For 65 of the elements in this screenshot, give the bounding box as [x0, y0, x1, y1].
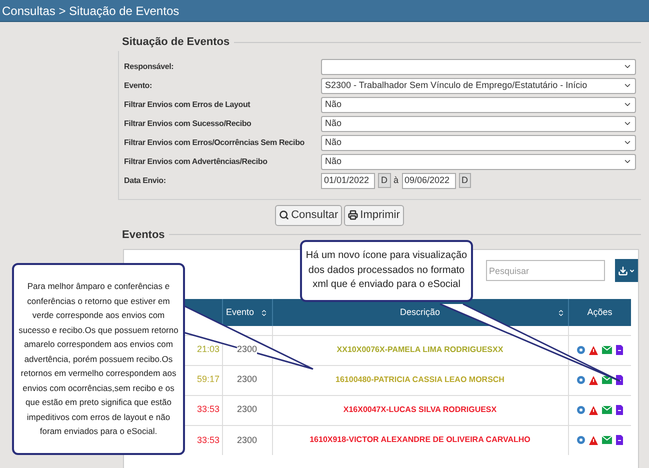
sort-icon — [556, 308, 564, 316]
table-cell: 2300 — [236, 434, 258, 444]
section-title: Situação de Eventos — [121, 35, 230, 50]
caret-icon — [629, 268, 635, 274]
envelope-icon[interactable] — [602, 376, 612, 384]
table-cell: 33:53 — [196, 434, 220, 444]
table-cell: 1610X918-VICTOR ALEXANDRE DE OLIVEIRA CARVALHO — [310, 435, 530, 444]
select-field[interactable]: Não — [321, 134, 636, 150]
file-icon[interactable] — [616, 405, 623, 415]
file-icon[interactable] — [616, 435, 623, 446]
export-button[interactable] — [615, 259, 638, 282]
column-header[interactable]: Evento — [222, 299, 272, 326]
field-label: Responsável: — [124, 60, 175, 72]
date-field[interactable]: 01/01/2022 — [321, 172, 375, 188]
table-cell: 2300 — [236, 374, 258, 384]
breadcrumb: Consultas > Situação de Eventos — [2, 2, 180, 20]
calendar-button[interactable]: D — [458, 173, 472, 188]
download-icon — [618, 266, 628, 276]
print-button[interactable]: Imprimir — [344, 204, 404, 226]
field-label: Filtrar Envios com Advertências/Recibo — [124, 156, 268, 168]
search-icon — [279, 210, 290, 220]
field-label: Filtrar Envios com Sucesso/Recibo — [124, 118, 252, 130]
table-cell: 33:53 — [196, 404, 220, 414]
search-field[interactable]: Pesquisar — [486, 260, 605, 281]
callout-text: Para melhor âmparo e conferências e conferências o retorno que estiver em verde corresponde aos envios com sucesso e recibo.Os que possuem retorno amarelo correspondem aos envios com advertência, porém possuem recibo.Os retornos em vermelho correspondem aos envios com ocorrências,sem recibo e os que estão em preto significa que estão impeditivos com erros de layout e não foram enviados para o eSocial. — [18, 280, 179, 438]
table-cell: 21:03 — [196, 344, 220, 354]
info-circle-icon[interactable] — [576, 376, 585, 384]
table-cell: X16X0047X-LUCAS SILVA RODRIGUESX — [343, 405, 497, 414]
table-cell: XX10X0076X-PAMELA LIMA RODRIGUESXX — [336, 345, 504, 354]
chevron-down-icon — [623, 81, 632, 90]
field-label: Filtrar Envios com Erros de Layout — [124, 98, 252, 110]
info-circle-icon[interactable] — [576, 406, 585, 414]
table-cell: 59:17 — [196, 374, 220, 384]
field-label: Data Envio: — [124, 174, 167, 186]
search-button[interactable]: Consultar — [275, 204, 342, 226]
field-label: Evento: — [124, 80, 153, 92]
callout-text: Há um novo ícone para visualização dos dados processados no formato xml que é enviado para o eSocial — [305, 249, 468, 292]
table-cell: 2300 — [236, 344, 258, 354]
info-circle-icon[interactable] — [576, 346, 585, 354]
date-separator: à — [394, 174, 399, 187]
chevron-down-icon — [623, 62, 632, 71]
select-field[interactable]: Não — [321, 154, 636, 170]
chevron-down-icon — [623, 138, 632, 147]
select-field[interactable]: S2300 - Trabalhador Sem Vínculo de Emprego/Estatutário - Início — [321, 78, 636, 94]
printer-icon — [348, 210, 358, 220]
warning-icon[interactable] — [588, 406, 598, 414]
warning-icon[interactable] — [588, 376, 598, 384]
table-cell: 2300 — [236, 404, 258, 414]
chevron-down-icon — [623, 100, 632, 109]
info-circle-icon[interactable] — [576, 436, 585, 444]
select-field[interactable]: Não — [321, 96, 636, 112]
chevron-down-icon — [623, 157, 632, 166]
warning-icon[interactable] — [588, 346, 598, 354]
select-field[interactable]: Não — [321, 116, 636, 132]
date-field[interactable]: 09/06/2022 — [402, 172, 456, 188]
table-cell: 16100480-PATRICIA CASSIA LEAO MORSCH — [336, 375, 504, 384]
select-field[interactable] — [321, 58, 636, 74]
sort-icon — [260, 308, 268, 316]
calendar-button[interactable]: D — [378, 173, 390, 188]
chevron-down-icon — [623, 119, 632, 128]
warning-icon[interactable] — [588, 436, 598, 445]
section-title: Eventos — [121, 228, 165, 242]
column-header[interactable]: Ações — [568, 299, 631, 326]
file-icon[interactable] — [616, 345, 623, 355]
field-label: Filtrar Envios com Erros/Ocorrências Sem Recibo — [124, 136, 306, 148]
